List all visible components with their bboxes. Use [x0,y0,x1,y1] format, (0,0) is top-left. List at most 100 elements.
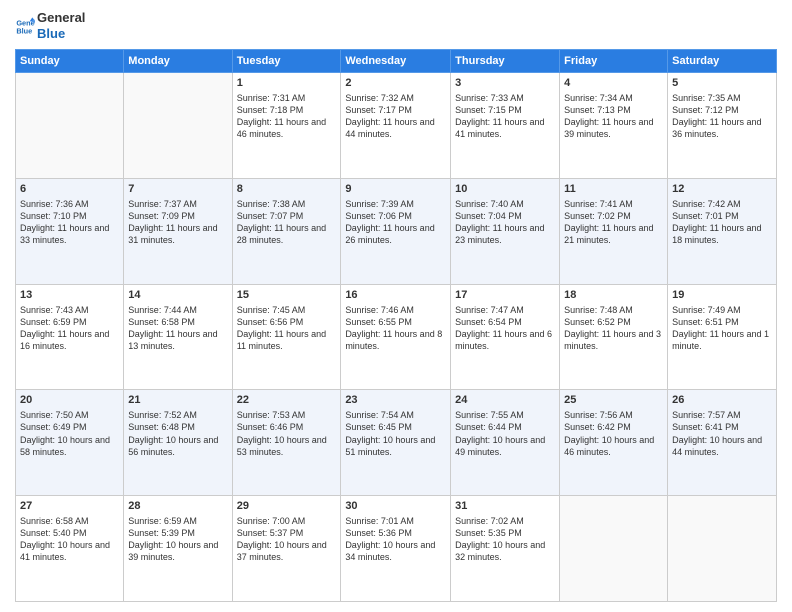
calendar-day-cell: 24Sunrise: 7:55 AMSunset: 6:44 PMDayligh… [451,390,560,496]
calendar-day-cell: 9Sunrise: 7:39 AMSunset: 7:06 PMDaylight… [341,178,451,284]
calendar-day-cell: 13Sunrise: 7:43 AMSunset: 6:59 PMDayligh… [16,284,124,390]
day-number: 3 [455,76,555,91]
day-info: Sunrise: 7:49 AMSunset: 6:51 PMDaylight:… [672,304,772,353]
calendar-header-row: SundayMondayTuesdayWednesdayThursdayFrid… [16,50,777,73]
day-number: 27 [20,499,119,514]
day-number: 7 [128,182,227,197]
weekday-header: Monday [124,50,232,73]
day-info: Sunrise: 7:55 AMSunset: 6:44 PMDaylight:… [455,409,555,458]
day-info: Sunrise: 7:54 AMSunset: 6:45 PMDaylight:… [345,409,446,458]
calendar-day-cell: 14Sunrise: 7:44 AMSunset: 6:58 PMDayligh… [124,284,232,390]
weekday-header: Sunday [16,50,124,73]
day-info: Sunrise: 7:01 AMSunset: 5:36 PMDaylight:… [345,515,446,564]
logo: General Blue General Blue [15,10,85,41]
logo-icon: General Blue [15,16,35,36]
day-info: Sunrise: 7:43 AMSunset: 6:59 PMDaylight:… [20,304,119,353]
calendar-week-row: 1Sunrise: 7:31 AMSunset: 7:18 PMDaylight… [16,73,777,179]
day-info: Sunrise: 7:45 AMSunset: 6:56 PMDaylight:… [237,304,337,353]
day-info: Sunrise: 7:31 AMSunset: 7:18 PMDaylight:… [237,92,337,141]
day-info: Sunrise: 7:33 AMSunset: 7:15 PMDaylight:… [455,92,555,141]
day-number: 2 [345,76,446,91]
calendar-week-row: 20Sunrise: 7:50 AMSunset: 6:49 PMDayligh… [16,390,777,496]
calendar-day-cell: 11Sunrise: 7:41 AMSunset: 7:02 PMDayligh… [560,178,668,284]
day-number: 10 [455,182,555,197]
calendar-day-cell [668,496,777,602]
calendar-day-cell: 19Sunrise: 7:49 AMSunset: 6:51 PMDayligh… [668,284,777,390]
calendar-week-row: 13Sunrise: 7:43 AMSunset: 6:59 PMDayligh… [16,284,777,390]
day-info: Sunrise: 7:00 AMSunset: 5:37 PMDaylight:… [237,515,337,564]
day-number: 14 [128,288,227,303]
day-number: 22 [237,393,337,408]
day-number: 29 [237,499,337,514]
day-number: 5 [672,76,772,91]
day-info: Sunrise: 6:58 AMSunset: 5:40 PMDaylight:… [20,515,119,564]
day-number: 28 [128,499,227,514]
day-info: Sunrise: 7:37 AMSunset: 7:09 PMDaylight:… [128,198,227,247]
calendar-day-cell: 6Sunrise: 7:36 AMSunset: 7:10 PMDaylight… [16,178,124,284]
calendar-week-row: 6Sunrise: 7:36 AMSunset: 7:10 PMDaylight… [16,178,777,284]
day-info: Sunrise: 7:39 AMSunset: 7:06 PMDaylight:… [345,198,446,247]
calendar-day-cell: 12Sunrise: 7:42 AMSunset: 7:01 PMDayligh… [668,178,777,284]
day-number: 31 [455,499,555,514]
day-info: Sunrise: 7:53 AMSunset: 6:46 PMDaylight:… [237,409,337,458]
calendar-day-cell: 18Sunrise: 7:48 AMSunset: 6:52 PMDayligh… [560,284,668,390]
svg-text:Blue: Blue [16,26,32,35]
weekday-header: Friday [560,50,668,73]
calendar-day-cell: 30Sunrise: 7:01 AMSunset: 5:36 PMDayligh… [341,496,451,602]
calendar-day-cell: 2Sunrise: 7:32 AMSunset: 7:17 PMDaylight… [341,73,451,179]
day-number: 8 [237,182,337,197]
day-info: Sunrise: 7:57 AMSunset: 6:41 PMDaylight:… [672,409,772,458]
day-number: 23 [345,393,446,408]
day-info: Sunrise: 7:41 AMSunset: 7:02 PMDaylight:… [564,198,663,247]
day-info: Sunrise: 7:35 AMSunset: 7:12 PMDaylight:… [672,92,772,141]
day-number: 1 [237,76,337,91]
calendar-day-cell: 5Sunrise: 7:35 AMSunset: 7:12 PMDaylight… [668,73,777,179]
day-number: 21 [128,393,227,408]
day-info: Sunrise: 7:36 AMSunset: 7:10 PMDaylight:… [20,198,119,247]
day-info: Sunrise: 7:38 AMSunset: 7:07 PMDaylight:… [237,198,337,247]
day-number: 17 [455,288,555,303]
day-info: Sunrise: 7:46 AMSunset: 6:55 PMDaylight:… [345,304,446,353]
day-number: 24 [455,393,555,408]
calendar-day-cell: 8Sunrise: 7:38 AMSunset: 7:07 PMDaylight… [232,178,341,284]
calendar-day-cell [560,496,668,602]
weekday-header: Thursday [451,50,560,73]
day-info: Sunrise: 7:44 AMSunset: 6:58 PMDaylight:… [128,304,227,353]
calendar-day-cell: 26Sunrise: 7:57 AMSunset: 6:41 PMDayligh… [668,390,777,496]
calendar-day-cell: 7Sunrise: 7:37 AMSunset: 7:09 PMDaylight… [124,178,232,284]
day-number: 16 [345,288,446,303]
day-number: 20 [20,393,119,408]
day-info: Sunrise: 7:56 AMSunset: 6:42 PMDaylight:… [564,409,663,458]
calendar-day-cell: 20Sunrise: 7:50 AMSunset: 6:49 PMDayligh… [16,390,124,496]
calendar-day-cell: 31Sunrise: 7:02 AMSunset: 5:35 PMDayligh… [451,496,560,602]
page-header: General Blue General Blue [15,10,777,41]
calendar-day-cell: 25Sunrise: 7:56 AMSunset: 6:42 PMDayligh… [560,390,668,496]
weekday-header: Wednesday [341,50,451,73]
day-number: 4 [564,76,663,91]
day-info: Sunrise: 7:47 AMSunset: 6:54 PMDaylight:… [455,304,555,353]
calendar-day-cell: 21Sunrise: 7:52 AMSunset: 6:48 PMDayligh… [124,390,232,496]
calendar-week-row: 27Sunrise: 6:58 AMSunset: 5:40 PMDayligh… [16,496,777,602]
day-info: Sunrise: 7:32 AMSunset: 7:17 PMDaylight:… [345,92,446,141]
day-number: 6 [20,182,119,197]
day-info: Sunrise: 6:59 AMSunset: 5:39 PMDaylight:… [128,515,227,564]
calendar-table: SundayMondayTuesdayWednesdayThursdayFrid… [15,49,777,602]
calendar-day-cell: 22Sunrise: 7:53 AMSunset: 6:46 PMDayligh… [232,390,341,496]
day-number: 9 [345,182,446,197]
calendar-day-cell: 15Sunrise: 7:45 AMSunset: 6:56 PMDayligh… [232,284,341,390]
day-info: Sunrise: 7:34 AMSunset: 7:13 PMDaylight:… [564,92,663,141]
day-number: 25 [564,393,663,408]
day-info: Sunrise: 7:42 AMSunset: 7:01 PMDaylight:… [672,198,772,247]
calendar-day-cell: 4Sunrise: 7:34 AMSunset: 7:13 PMDaylight… [560,73,668,179]
day-number: 11 [564,182,663,197]
day-info: Sunrise: 7:02 AMSunset: 5:35 PMDaylight:… [455,515,555,564]
weekday-header: Saturday [668,50,777,73]
day-number: 26 [672,393,772,408]
day-info: Sunrise: 7:40 AMSunset: 7:04 PMDaylight:… [455,198,555,247]
logo-text: General Blue [37,10,85,41]
calendar-day-cell: 28Sunrise: 6:59 AMSunset: 5:39 PMDayligh… [124,496,232,602]
calendar-day-cell: 10Sunrise: 7:40 AMSunset: 7:04 PMDayligh… [451,178,560,284]
calendar-day-cell: 3Sunrise: 7:33 AMSunset: 7:15 PMDaylight… [451,73,560,179]
day-number: 18 [564,288,663,303]
calendar-day-cell: 23Sunrise: 7:54 AMSunset: 6:45 PMDayligh… [341,390,451,496]
